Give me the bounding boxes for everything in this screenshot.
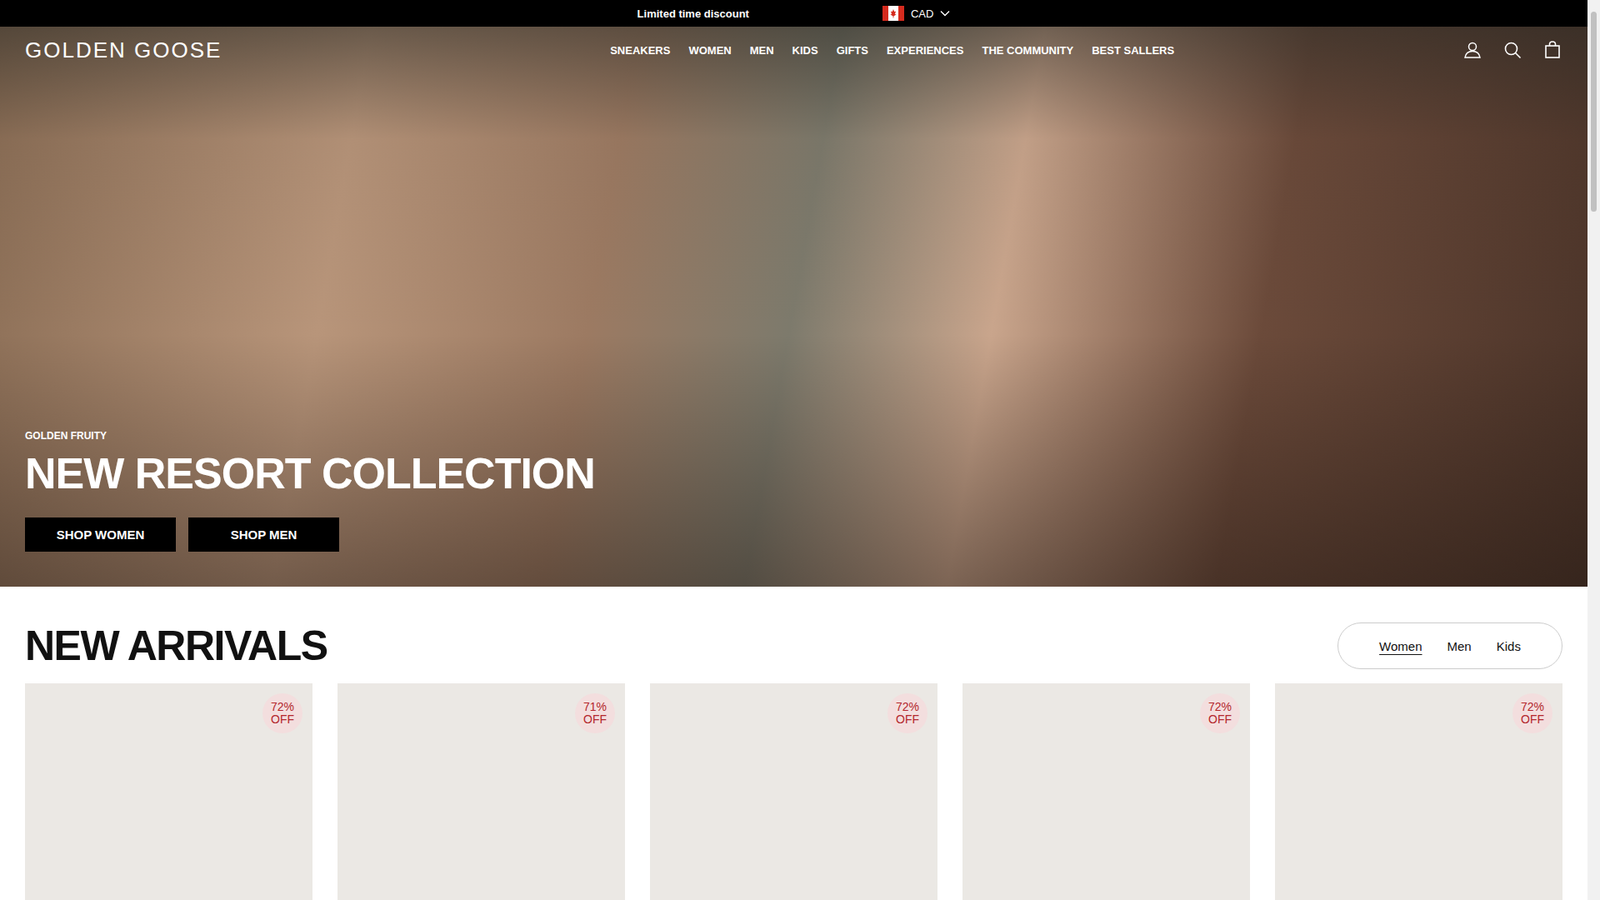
category-tabs: Women Men Kids xyxy=(1337,622,1563,670)
product-grid: 72%OFF71%OFF72%OFF72%OFF72%OFF xyxy=(25,683,1563,900)
logo[interactable]: GOLDEN GOOSE xyxy=(25,37,222,64)
hero-title: NEW RESORT COLLECTION xyxy=(25,450,1563,498)
discount-value: 72% xyxy=(270,700,295,714)
nav-item[interactable]: BEST SALLERS xyxy=(1091,44,1175,57)
category-tab[interactable]: Kids xyxy=(1496,639,1521,654)
nav-item[interactable]: GIFTS xyxy=(836,44,869,57)
discount-suffix: OFF xyxy=(1208,713,1232,726)
discount-value: 72% xyxy=(1208,700,1232,714)
product-card[interactable]: 72%OFF xyxy=(1275,683,1563,900)
section-header: NEW ARRIVALS Women Men Kids xyxy=(25,622,1563,670)
discount-suffix: OFF xyxy=(1520,713,1545,726)
hero-eyebrow: GOLDEN FRUITY xyxy=(25,430,1563,442)
section-title: NEW ARRIVALS xyxy=(25,623,328,670)
nav-item[interactable]: SNEAKERS xyxy=(610,44,670,57)
account-icon[interactable] xyxy=(1462,40,1483,60)
scrollbar-thumb[interactable] xyxy=(1590,11,1597,212)
header-icons xyxy=(1462,40,1563,60)
site-header: GOLDEN GOOSE SNEAKERS WOMEN MEN KIDS GIFTS EXP… xyxy=(0,26,1588,74)
product-card[interactable]: 72%OFF xyxy=(25,683,313,900)
discount-value: 72% xyxy=(895,700,920,714)
discount-suffix: OFF xyxy=(270,713,295,726)
nav-item[interactable]: EXPERIENCES xyxy=(886,44,964,57)
product-card[interactable]: 72%OFF xyxy=(650,683,938,900)
nav-item[interactable]: THE COMMUNITY xyxy=(981,44,1074,57)
discount-badge: 72%OFF xyxy=(887,693,928,734)
currency-selector[interactable]: CAD xyxy=(882,5,950,21)
hero-banner: GOLDEN GOOSE SNEAKERS WOMEN MEN KIDS GIFTS EXP… xyxy=(0,26,1588,587)
discount-value: 71% xyxy=(583,700,607,714)
main-nav: SNEAKERS WOMEN MEN KIDS GIFTS EXPERIENCES THE … xyxy=(221,44,1463,57)
discount-badge: 72%OFF xyxy=(262,693,303,734)
page: Limited time discountCADGOLDEN GOOSESNEA… xyxy=(0,0,1588,900)
announcement-bar: Limited time discount CAD xyxy=(0,0,1588,27)
shop-button[interactable]: SHOP MEN xyxy=(188,517,340,552)
category-tab[interactable]: Men xyxy=(1447,639,1472,654)
chevron-down-icon xyxy=(940,10,950,17)
nav-item[interactable]: WOMEN xyxy=(688,44,731,57)
product-card[interactable]: 72%OFF xyxy=(962,683,1250,900)
discount-badge: 72%OFF xyxy=(1512,693,1553,734)
search-icon[interactable] xyxy=(1502,40,1523,60)
new-arrivals-section: NEW ARRIVALSWomenMenKids72%OFF71%OFF72%O… xyxy=(0,586,1588,900)
announcement-text[interactable]: Limited time discount xyxy=(637,7,750,20)
scrollbar[interactable] xyxy=(1587,0,1600,900)
category-tab[interactable]: Women xyxy=(1379,639,1422,654)
discount-value: 72% xyxy=(1520,700,1545,714)
discount-badge: 72%OFF xyxy=(1200,693,1240,734)
nav-item[interactable]: MEN xyxy=(750,44,775,57)
hero-buttons: SHOP WOMEN SHOP MEN xyxy=(25,517,1563,552)
shop-button[interactable]: SHOP WOMEN xyxy=(25,517,176,552)
discount-badge: 71%OFF xyxy=(575,693,615,734)
nav-item[interactable]: KIDS xyxy=(792,44,819,57)
canada-flag-icon xyxy=(882,5,905,21)
currency-label: CAD xyxy=(910,7,934,20)
discount-suffix: OFF xyxy=(895,713,920,726)
product-card[interactable]: 71%OFF xyxy=(337,683,625,900)
discount-suffix: OFF xyxy=(583,713,607,726)
bag-icon[interactable] xyxy=(1542,40,1563,60)
